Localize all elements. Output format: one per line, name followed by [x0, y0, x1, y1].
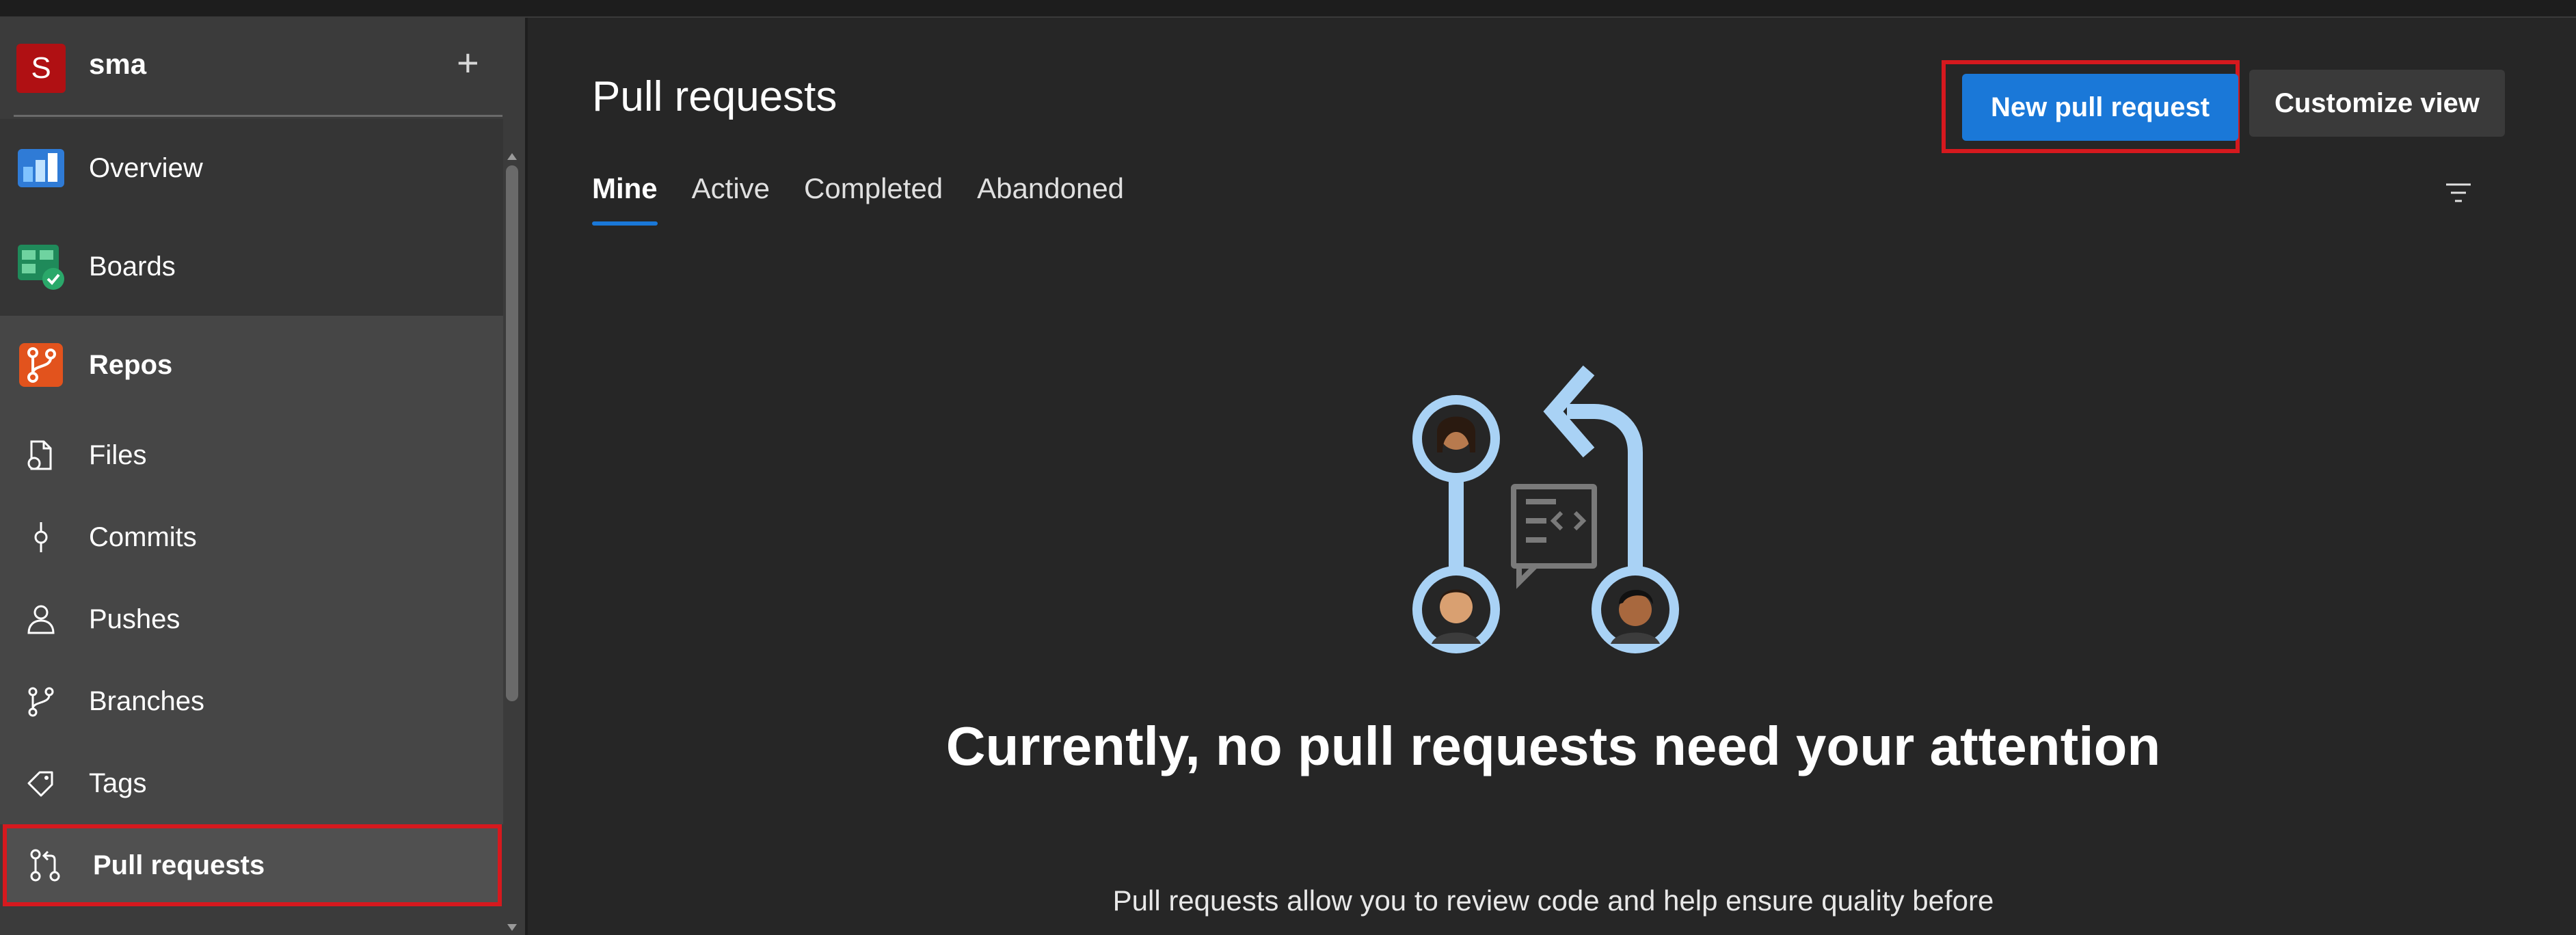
scroll-up-icon[interactable] [507, 153, 517, 160]
tab-active[interactable]: Active [692, 172, 770, 226]
sidebar-item-branches[interactable]: Branches [0, 660, 503, 742]
new-pull-request-button[interactable]: New pull request [1962, 74, 2238, 141]
new-pr-highlight: New pull request [1942, 60, 2240, 153]
tab-abandoned[interactable]: Abandoned [977, 172, 1124, 226]
sidebar-item-commits[interactable]: Commits [0, 496, 503, 578]
pull-requests-icon [21, 841, 70, 890]
project-name[interactable]: sma [89, 48, 146, 81]
filter-icon[interactable] [2442, 176, 2475, 209]
sidebar-item-label: Commits [89, 521, 197, 552]
empty-state-title: Currently, no pull requests need your at… [945, 716, 2161, 776]
sidebar-item-files[interactable]: Files [0, 414, 503, 496]
pushes-icon [16, 595, 66, 644]
project-header[interactable]: S sma + [0, 18, 506, 115]
top-bar [0, 0, 2576, 18]
sidebar-item-label: Overview [89, 152, 203, 183]
customize-view-button[interactable]: Customize view [2249, 70, 2505, 137]
commits-icon [16, 513, 66, 562]
pr-tabs: Mine Active Completed Abandoned [592, 172, 1124, 226]
sidebar-nav: Overview Boards Repos Files Commits Push… [0, 119, 503, 906]
sidebar-item-pull-requests[interactable]: Pull requests [3, 824, 502, 906]
scroll-thumb[interactable] [506, 165, 518, 701]
main-content: Pull requests New pull request Customize… [528, 18, 2576, 935]
scroll-down-icon[interactable] [507, 924, 517, 931]
tab-completed[interactable]: Completed [804, 172, 943, 226]
repos-icon [16, 340, 66, 390]
overview-icon [16, 144, 66, 193]
sidebar-item-label: Boards [89, 251, 176, 282]
sidebar-item-tags[interactable]: Tags [0, 742, 503, 824]
tag-icon [16, 759, 66, 808]
sidebar-item-overview[interactable]: Overview [0, 119, 503, 217]
sidebar-item-label: Pushes [89, 604, 180, 634]
sidebar-item-pushes[interactable]: Pushes [0, 578, 503, 660]
sidebar-item-label: Repos [89, 349, 173, 380]
files-icon [16, 431, 66, 480]
sidebar-item-label: Pull requests [93, 850, 265, 880]
project-avatar: S [16, 44, 66, 93]
tab-mine[interactable]: Mine [592, 172, 658, 226]
sidebar: S sma + Overview Boards Repos Files Comm… [0, 18, 528, 935]
sidebar-item-label: Tags [89, 768, 147, 798]
boards-icon [16, 242, 66, 291]
page-title: Pull requests [592, 73, 837, 120]
pull-request-illustration [1410, 350, 1697, 682]
sidebar-item-label: Branches [89, 686, 204, 716]
sidebar-item-label: Files [89, 439, 147, 470]
branches-icon [16, 677, 66, 726]
empty-state-description: Pull requests allow you to review code a… [1112, 884, 1994, 917]
sidebar-item-boards[interactable]: Boards [0, 217, 503, 316]
divider [14, 115, 502, 117]
sidebar-scrollbar[interactable] [503, 148, 521, 934]
sidebar-item-repos[interactable]: Repos [0, 316, 503, 414]
add-icon[interactable]: + [457, 41, 479, 85]
